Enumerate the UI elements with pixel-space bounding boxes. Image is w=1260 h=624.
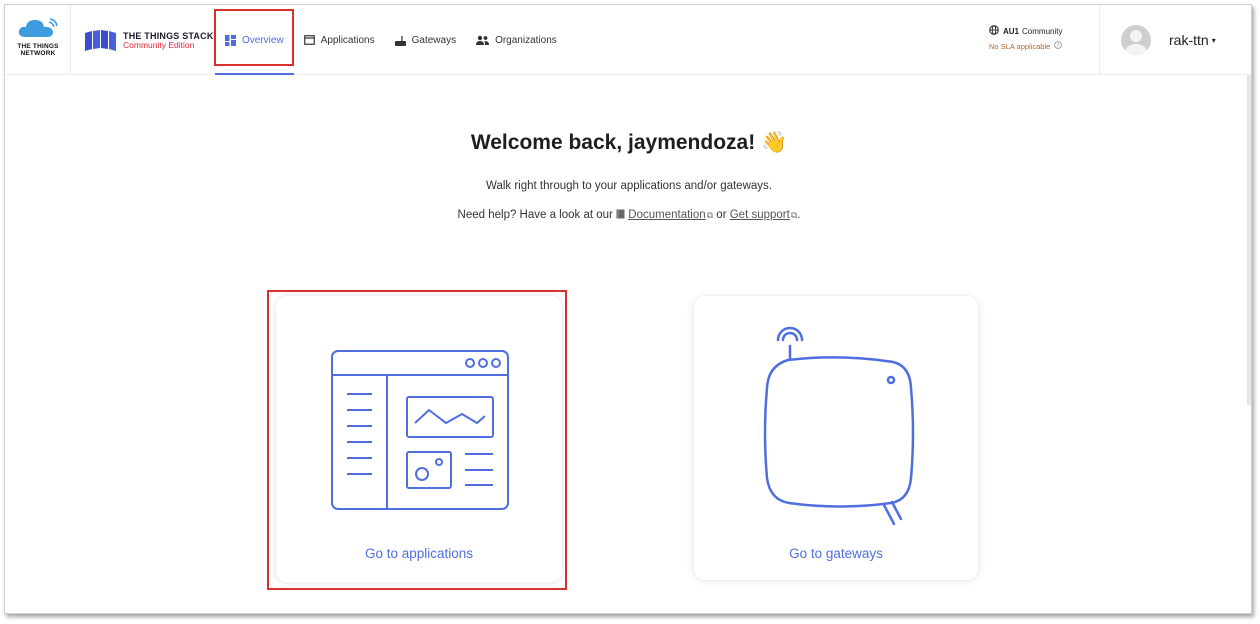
welcome-subtitle: Walk right through to your applications … [486,180,772,192]
help-prefix: Need help? Have a look at our [457,209,613,221]
go-to-gateways-card[interactable]: Go to gateways [693,295,979,581]
ttn-logo[interactable]: THE THINGS NETWORK [5,5,71,75]
application-window-icon [331,350,509,510]
nav-applications-label: Applications [320,34,375,46]
gateway-icon [394,35,406,46]
documentation-link[interactable]: Documentation [628,209,705,221]
gateway-device-icon [763,326,915,526]
go-to-gateways-label: Go to gateways [789,546,883,561]
welcome-heading: Welcome back, jaymendoza! 👋 [470,131,788,154]
globe-icon [989,25,999,37]
user-menu[interactable]: rak-ttn ▾ [1121,25,1216,55]
nav-gateways-label: Gateways [411,34,457,46]
nav-applications[interactable]: Applications [294,5,385,75]
stack-flag-icon [85,30,116,51]
book-icon [616,209,628,221]
browser-frame: THE THINGS NETWORK THE THINGS STACK Comm… [4,4,1252,614]
cluster-indicator[interactable]: AU1 Community No SLA applicable ? [989,25,1062,51]
top-header: THE THINGS NETWORK THE THINGS STACK Comm… [5,5,1251,75]
cluster-region: AU1 [1003,26,1020,36]
cloud-icon [18,18,58,37]
dashboard-icon [225,34,236,46]
header-divider [1099,5,1100,75]
support-link[interactable]: Get support [730,209,790,221]
nav-organizations-label: Organizations [495,34,557,46]
people-icon [476,35,490,45]
nav-overview[interactable]: Overview [215,5,294,75]
nav-overview-label: Overview [242,34,284,46]
caret-down-icon: ▾ [1211,35,1216,45]
help-circle-icon[interactable]: ? [1054,41,1063,51]
nav-gateways[interactable]: Gateways [385,5,466,75]
help-suffix: . [797,209,801,221]
main-nav: Overview Applications Gateways Organizat… [215,5,567,75]
nav-organizations[interactable]: Organizations [466,5,567,75]
username: rak-ttn [1169,32,1209,48]
go-to-applications-label: Go to applications [364,546,474,561]
sla-text: No SLA applicable [989,41,1051,51]
help-line: Need help? Have a look at our Documentat… [5,209,1251,221]
external-link-icon: ⧉ [706,210,714,220]
scrollbar[interactable] [1247,75,1251,405]
things-stack-logo[interactable]: THE THINGS STACK Community Edition [83,27,213,55]
help-or: or [716,209,727,221]
svg-text:?: ? [1057,43,1060,49]
ttn-logo-text: THE THINGS NETWORK [17,43,59,57]
stack-edition: Community Edition [123,40,195,50]
window-icon [303,35,315,45]
cluster-tier: Community [1022,26,1063,36]
avatar [1121,25,1151,55]
go-to-applications-card[interactable]: Go to applications [275,295,563,583]
